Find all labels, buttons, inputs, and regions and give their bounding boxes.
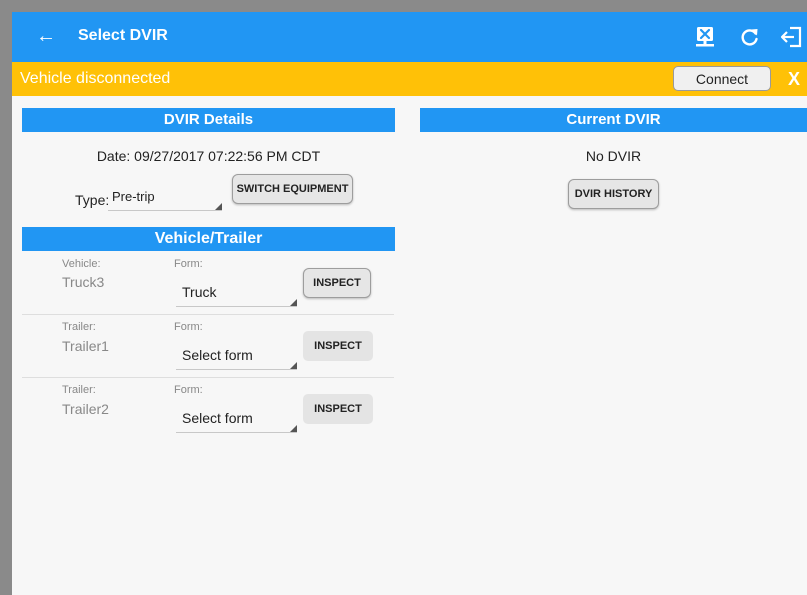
logout-icon[interactable] [779, 25, 805, 49]
inspect-button[interactable]: INSPECT [303, 331, 373, 361]
app-window: ← Select DVIR Vehicle disconnected Conne… [12, 12, 807, 595]
equipment-name: Truck3 [62, 274, 105, 290]
current-dvir-heading: Current DVIR [420, 108, 807, 132]
current-dvir-status: No DVIR [585, 148, 642, 164]
equipment-name: Trailer1 [62, 338, 109, 354]
sync-icon[interactable] [693, 25, 719, 49]
form-select[interactable]: Select form [176, 343, 297, 370]
form-value: Select form [182, 410, 253, 426]
form-label: Form: [174, 384, 203, 396]
dropdown-triangle-icon [215, 203, 222, 210]
banner-message: Vehicle disconnected [20, 70, 171, 87]
form-label: Form: [174, 321, 203, 333]
dropdown-triangle-icon [290, 362, 297, 369]
inspect-button[interactable]: INSPECT [303, 394, 373, 424]
form-select[interactable]: Select form [176, 406, 297, 433]
type-value: Pre-trip [112, 189, 155, 204]
form-value: Select form [182, 347, 253, 363]
type-select[interactable]: Pre-trip [108, 184, 222, 211]
row-divider [22, 377, 394, 378]
dropdown-triangle-icon [290, 299, 297, 306]
type-label: Type: [75, 192, 110, 208]
equipment-kind-label: Trailer: [62, 321, 96, 333]
dvir-details-heading: DVIR Details [22, 108, 395, 132]
inspect-button[interactable]: INSPECT [303, 268, 371, 298]
dvir-history-button[interactable]: DVIR HISTORY [568, 179, 659, 209]
form-select[interactable]: Truck [176, 280, 297, 307]
equipment-name: Trailer2 [62, 401, 109, 417]
refresh-icon[interactable] [737, 25, 763, 49]
dvir-date: Date: 09/27/2017 07:22:56 PM CDT [96, 148, 321, 164]
close-banner-button[interactable]: X [788, 69, 800, 90]
equipment-kind-label: Vehicle: [62, 258, 101, 270]
dropdown-triangle-icon [290, 425, 297, 432]
connect-button[interactable]: Connect [673, 66, 771, 91]
row-divider [22, 314, 394, 315]
form-value: Truck [182, 284, 217, 300]
connection-banner: Vehicle disconnected Connect X [12, 62, 807, 96]
app-bar: ← Select DVIR [12, 12, 807, 62]
page-title: Select DVIR [78, 27, 168, 44]
vehicle-trailer-heading: Vehicle/Trailer [22, 227, 395, 251]
back-arrow-icon[interactable]: ← [36, 25, 56, 47]
equipment-kind-label: Trailer: [62, 384, 96, 396]
switch-equipment-button[interactable]: SWITCH EQUIPMENT [232, 174, 353, 204]
form-label: Form: [174, 258, 203, 270]
